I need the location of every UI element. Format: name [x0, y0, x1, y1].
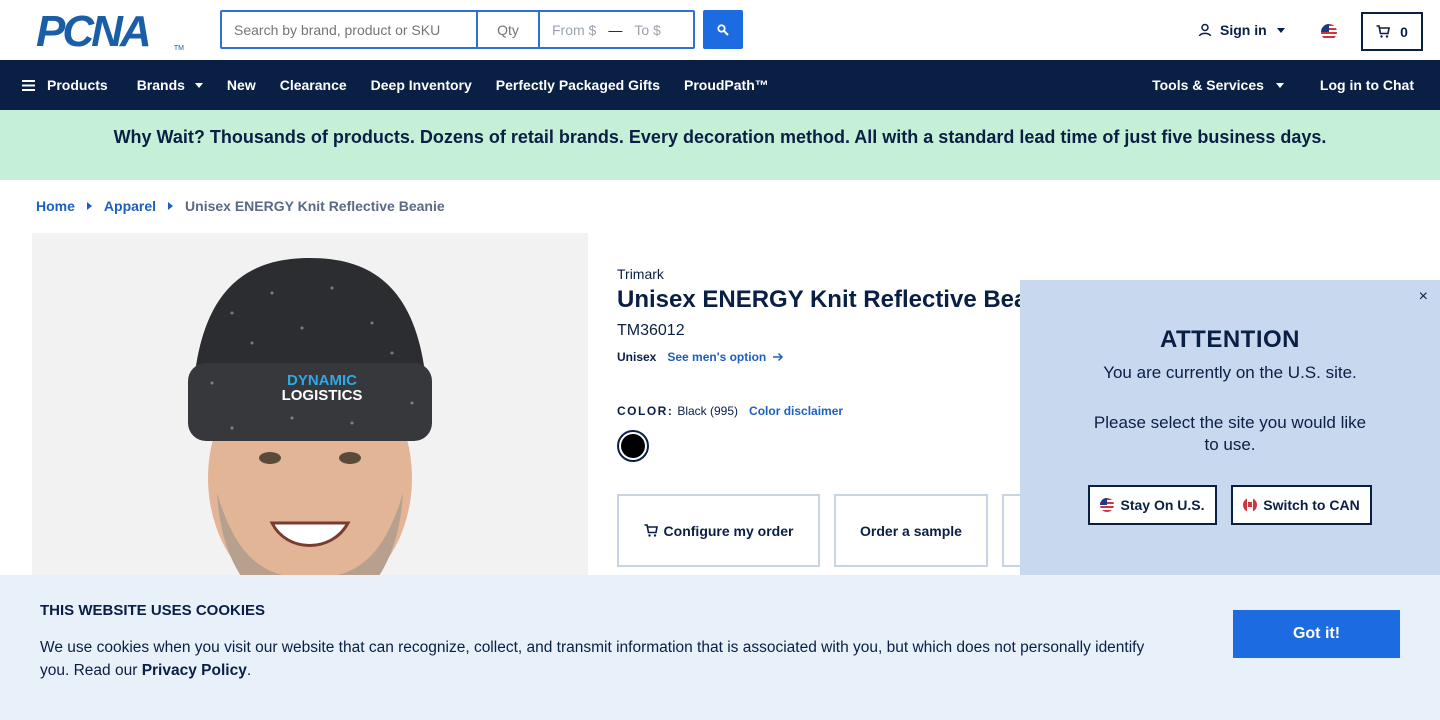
nav-deep-inventory[interactable]: Deep Inventory	[371, 77, 472, 93]
privacy-policy-link[interactable]: Privacy Policy	[142, 662, 247, 679]
quantity-input[interactable]	[478, 12, 540, 47]
nav-products-label: Products	[47, 77, 108, 93]
arrow-right-icon	[773, 352, 784, 362]
see-mens-option-link[interactable]: See men's option	[667, 350, 784, 364]
search-input[interactable]	[222, 12, 478, 47]
pcna-logo[interactable]: PCNA TM	[36, 7, 184, 56]
cookie-text: We use cookies when you visit our websit…	[40, 636, 1150, 682]
canada-flag-icon	[1243, 498, 1258, 512]
color-label: COLOR:	[617, 404, 674, 418]
modal-title: ATTENTION	[1159, 326, 1301, 353]
search-button[interactable]	[703, 10, 743, 49]
cart-button[interactable]: 0	[1361, 12, 1423, 51]
close-icon[interactable]: ×	[1419, 288, 1428, 306]
us-flag-icon	[1100, 498, 1115, 512]
chevron-down-icon	[1276, 27, 1285, 33]
color-value: Black (995)	[677, 404, 739, 418]
got-it-button[interactable]: Got it!	[1233, 610, 1400, 658]
nav-products[interactable]: Products	[22, 77, 108, 93]
price-to-input[interactable]: To $	[634, 22, 660, 38]
price-from-input[interactable]: From $	[552, 22, 596, 38]
breadcrumb-caret-icon	[168, 202, 174, 210]
top-bar: PCNA TM From $ — To $ Sign in 0	[0, 0, 1440, 60]
us-flag-icon[interactable]	[1321, 24, 1337, 40]
promo-banner: Why Wait? Thousands of products. Dozens …	[0, 110, 1440, 180]
price-range: From $ — To $	[540, 12, 693, 47]
price-dash: —	[608, 21, 623, 38]
menu-icon	[22, 79, 35, 91]
color-swatch-black[interactable]	[617, 430, 649, 462]
configure-order-label: Configure my order	[663, 522, 794, 539]
nav-clearance[interactable]: Clearance	[280, 77, 347, 93]
logo-trademark: TM	[173, 45, 184, 52]
configure-order-button[interactable]: Configure my order	[617, 494, 820, 567]
order-sample-label: Order a sample	[860, 522, 962, 539]
color-row: COLOR: Black (995) Color disclaimer	[617, 404, 843, 418]
product-brand[interactable]: Trimark	[617, 266, 1062, 282]
cart-count: 0	[1400, 23, 1408, 40]
nav-new[interactable]: New	[227, 77, 256, 93]
nav-tools-label: Tools & Services	[1152, 77, 1264, 93]
cookie-title: THIS WEBSITE USES COOKIES	[40, 602, 266, 619]
product-detail: Trimark Unisex ENERGY Knit Reflective Be…	[617, 266, 1062, 364]
nav-left: Products Brands New Clearance Deep Inven…	[0, 77, 793, 93]
product-gender: Unisex	[617, 350, 657, 364]
breadcrumb-caret-icon	[86, 202, 92, 210]
nav-perfectly-packaged-gifts[interactable]: Perfectly Packaged Gifts	[496, 77, 660, 93]
nav-right: Tools & Services Log in to Chat	[1152, 77, 1414, 93]
search-icon	[717, 23, 729, 36]
breadcrumb-apparel[interactable]: Apparel	[104, 198, 156, 214]
cart-icon	[644, 524, 658, 537]
promo-banner-text: Why Wait? Thousands of products. Dozens …	[113, 127, 1327, 147]
cookie-text-end: .	[246, 662, 252, 679]
beanie-logo-line2: LOGISTICS	[282, 387, 363, 404]
main-nav: Products Brands New Clearance Deep Inven…	[0, 60, 1440, 110]
breadcrumb: Home Apparel Unisex ENERGY Knit Reflecti…	[36, 198, 445, 214]
sign-in-label: Sign in	[1220, 22, 1267, 38]
search-bar: From $ — To $	[220, 10, 695, 49]
product-sku: TM36012	[617, 322, 685, 339]
switch-can-label: Switch to CAN	[1263, 497, 1360, 513]
nav-brands[interactable]: Brands	[137, 77, 203, 93]
modal-message: You are currently on the U.S. site.	[1103, 363, 1357, 382]
nav-tools-services[interactable]: Tools & Services	[1152, 77, 1284, 93]
order-sample-button[interactable]: Order a sample	[834, 494, 988, 567]
sign-in-dropdown[interactable]: Sign in	[1198, 22, 1285, 38]
modal-prompt: Please select the site you would like to…	[1093, 413, 1367, 454]
nav-log-in-to-chat[interactable]: Log in to Chat	[1320, 77, 1414, 93]
color-swatch-fill	[621, 434, 645, 458]
cart-icon	[1376, 25, 1391, 38]
chevron-down-icon	[194, 82, 203, 88]
user-icon	[1198, 23, 1212, 37]
color-disclaimer-link[interactable]: Color disclaimer	[749, 404, 843, 418]
stay-us-label: Stay On U.S.	[1120, 497, 1205, 513]
nav-proudpath[interactable]: ProudPath™	[684, 77, 769, 93]
see-mens-option-label: See men's option	[667, 350, 767, 364]
nav-brands-label: Brands	[136, 77, 185, 93]
site-selection-modal: × ATTENTION You are currently on the U.S…	[1020, 280, 1440, 576]
switch-can-button[interactable]: Switch to CAN	[1231, 485, 1372, 525]
logo-text: PCNA	[36, 7, 152, 56]
breadcrumb-home[interactable]: Home	[36, 198, 75, 214]
chevron-down-icon	[1275, 82, 1284, 88]
product-title: Unisex ENERGY Knit Reflective Beanie	[617, 286, 1063, 313]
gender-row: Unisex See men's option	[617, 350, 1062, 364]
breadcrumb-current: Unisex ENERGY Knit Reflective Beanie	[185, 198, 445, 214]
stay-us-button[interactable]: Stay On U.S.	[1088, 485, 1217, 525]
cookie-banner: THIS WEBSITE USES COOKIES We use cookies…	[0, 575, 1440, 720]
